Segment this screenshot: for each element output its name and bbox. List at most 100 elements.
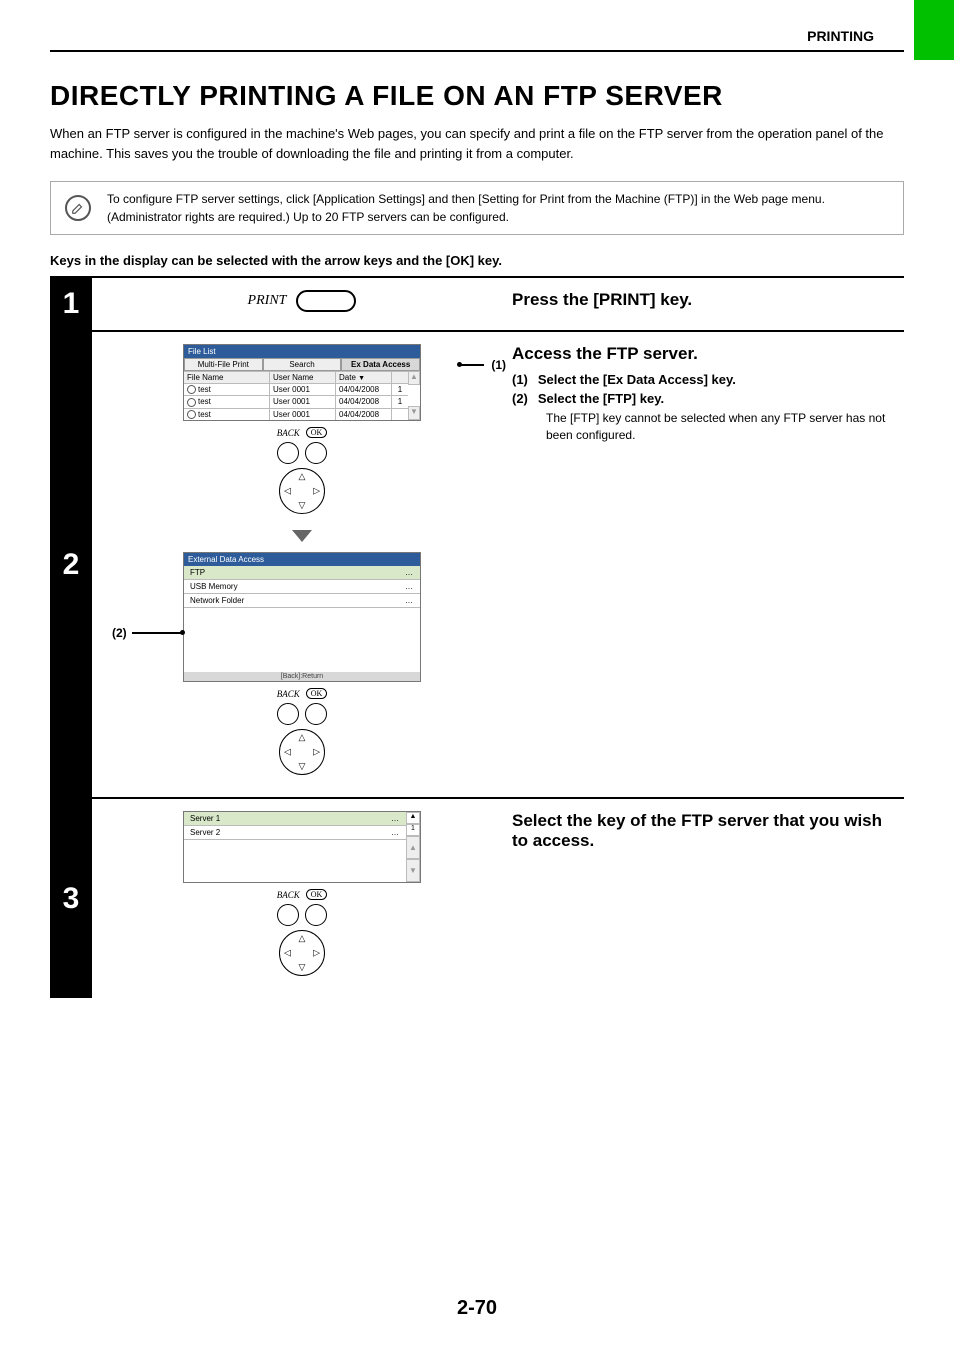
col-filename: File Name (184, 372, 270, 383)
sort-icon: ▼ (358, 375, 365, 382)
scroll-up-button[interactable]: ▲ (408, 371, 420, 385)
list-item-server2[interactable]: Server 2… (184, 826, 406, 840)
ellipsis-icon: … (405, 568, 414, 577)
ellipsis-icon: … (391, 814, 400, 823)
sub-num-1: (1) (512, 372, 528, 387)
arrow-up-icon: △ (299, 933, 306, 944)
ok-button[interactable] (305, 904, 327, 926)
col-date: Date ▼ (336, 372, 392, 383)
step-2: 2 (1) File List Multi-File Print Search … (50, 332, 904, 799)
back-button[interactable] (277, 904, 299, 926)
step-number: 1 (50, 278, 92, 330)
arrow-up-icon: △ (299, 471, 306, 482)
ellipsis-icon: … (391, 828, 400, 837)
pencil-icon (65, 195, 91, 221)
scroll-down-button[interactable]: ▼ (406, 859, 420, 882)
menu-item-ftp[interactable]: FTP… (184, 566, 420, 580)
nav-pad: BACK OK △ ▽ ◁ ▷ (277, 889, 328, 976)
table-row[interactable]: test User 0001 04/04/2008 (184, 408, 408, 420)
keys-note: Keys in the display can be selected with… (50, 253, 904, 268)
arrow-left-icon: ◁ (284, 747, 291, 758)
table-row[interactable]: test User 0001 04/04/2008 1 (184, 383, 408, 395)
step-1: 1 PRINT Press the [PRINT] key. (50, 278, 904, 332)
section-label: PRINTING (807, 28, 874, 44)
back-label: BACK (277, 890, 300, 900)
step-number: 3 (50, 799, 92, 998)
arrow-down-icon: ▽ (299, 962, 306, 973)
callout-line (460, 364, 484, 366)
back-label: BACK (277, 689, 300, 699)
list-item-server1[interactable]: Server 1… (184, 812, 406, 826)
arrow-left-icon: ◁ (284, 948, 291, 959)
dpad[interactable]: △ ▽ ◁ ▷ (279, 468, 325, 514)
callout-line (132, 632, 182, 634)
file-list-screen: File List Multi-File Print Search Ex Dat… (183, 344, 421, 421)
screen-title: File List (184, 345, 420, 358)
note-text: To configure FTP server settings, click … (107, 192, 825, 224)
ok-label: OK (306, 688, 328, 699)
arrow-down-icon: ▽ (299, 761, 306, 772)
tab-multi-file-print[interactable]: Multi-File Print (184, 358, 263, 371)
file-icon (187, 398, 196, 407)
steps-table: 1 PRINT Press the [PRINT] key. 2 (1) (50, 276, 904, 998)
nav-pad: BACK OK △ ▽ ◁ ▷ (277, 688, 328, 775)
arrow-right-icon: ▷ (313, 747, 320, 758)
sub-text-1: Select the [Ex Data Access] key. (538, 372, 736, 387)
page-number: 2-70 (457, 1297, 497, 1320)
col-username: User Name (270, 372, 336, 383)
callout-2-label: (2) (112, 626, 127, 640)
callout-dot (457, 362, 462, 367)
intro-text: When an FTP server is configured in the … (50, 124, 904, 163)
header-rule (50, 50, 904, 52)
step-2-title: Access the FTP server. (512, 344, 896, 364)
back-button[interactable] (277, 442, 299, 464)
scroll-down-button[interactable]: ▼ (408, 406, 420, 420)
step-3: 3 Server 1… Server 2… ▲ 1 (50, 799, 904, 998)
menu-item-network[interactable]: Network Folder… (184, 594, 420, 608)
back-label: BACK (277, 428, 300, 438)
ok-label: OK (306, 889, 328, 900)
arrow-left-icon: ◁ (284, 486, 291, 497)
page-title: DIRECTLY PRINTING A FILE ON AN FTP SERVE… (50, 80, 904, 112)
print-key-label: PRINT (248, 293, 287, 309)
note-box: To configure FTP server settings, click … (50, 181, 904, 235)
sub-text-2: Select the [FTP] key. (538, 391, 664, 406)
print-hardware-key[interactable] (296, 290, 356, 312)
col-page (392, 372, 408, 383)
arrow-down-icon: ▽ (299, 500, 306, 511)
step-1-title: Press the [PRINT] key. (512, 290, 896, 310)
flow-arrow-icon (292, 530, 312, 542)
sub-num-2: (2) (512, 391, 528, 406)
arrow-right-icon: ▷ (313, 948, 320, 959)
dpad[interactable]: △ ▽ ◁ ▷ (279, 729, 325, 775)
page-indicator-up: ▲ (406, 812, 420, 824)
ok-button[interactable] (305, 442, 327, 464)
sub-desc-2: The [FTP] key cannot be selected when an… (546, 410, 896, 444)
arrow-right-icon: ▷ (313, 486, 320, 497)
arrow-up-icon: △ (299, 732, 306, 743)
scroll-up-button[interactable]: ▲ (406, 836, 420, 859)
ok-label: OK (306, 427, 328, 438)
callout-1-label: (1) (491, 358, 506, 372)
screen-footer: [Back]:Return (184, 672, 420, 681)
screen-title: External Data Access (184, 553, 420, 566)
file-icon (187, 410, 196, 419)
nav-pad: BACK OK △ ▽ ◁ ▷ (277, 427, 328, 514)
ellipsis-icon: … (405, 596, 414, 605)
menu-item-usb[interactable]: USB Memory… (184, 580, 420, 594)
file-icon (187, 385, 196, 394)
page-indicator: 1 (406, 824, 420, 836)
callout-dot (180, 630, 185, 635)
tab-ex-data-access[interactable]: Ex Data Access (341, 358, 420, 371)
tab-search[interactable]: Search (263, 358, 342, 371)
step-number: 2 (50, 332, 92, 797)
table-row[interactable]: test User 0001 04/04/2008 1 (184, 395, 408, 407)
ellipsis-icon: … (405, 582, 414, 591)
ok-button[interactable] (305, 703, 327, 725)
step-3-title: Select the key of the FTP server that yo… (512, 811, 896, 851)
ftp-server-list-screen: Server 1… Server 2… ▲ 1 ▲ ▼ (183, 811, 421, 883)
external-data-access-screen: External Data Access FTP… USB Memory… Ne… (183, 552, 421, 682)
side-tab (914, 0, 954, 60)
back-button[interactable] (277, 703, 299, 725)
dpad[interactable]: △ ▽ ◁ ▷ (279, 930, 325, 976)
